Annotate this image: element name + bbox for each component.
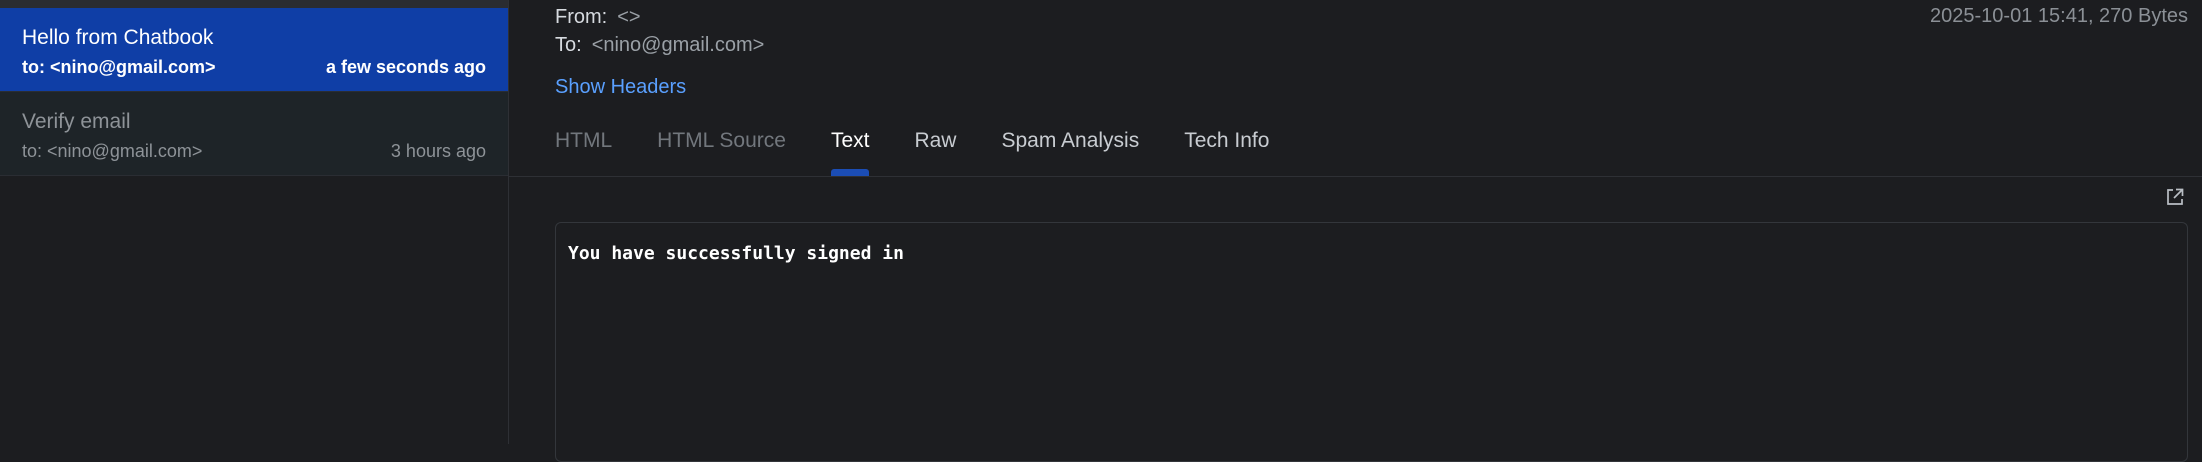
message-subject: Hello from Chatbook	[22, 26, 214, 49]
message-list: Hello from Chatbook to: <nino@gmail.com>…	[0, 0, 509, 444]
message-time: 3 hours ago	[390, 141, 486, 161]
message-body-text: You have successfully signed in	[568, 243, 904, 264]
to-value: <nino@gmail.com>	[591, 34, 765, 56]
from-label: From:	[555, 6, 608, 28]
to-label: To:	[555, 34, 582, 56]
from-value: <>	[617, 6, 641, 28]
tab-text[interactable]: Text	[830, 126, 869, 176]
message-time: a few seconds ago	[325, 57, 486, 77]
message-item-verify-email[interactable]: Verify email to: <nino@gmail.com> 3 hour…	[0, 92, 508, 176]
view-tabs: HTML HTML Source Text Raw Spam Analysis …	[555, 126, 1314, 176]
message-recipient: to: <nino@gmail.com>	[22, 57, 216, 77]
external-link-icon[interactable]	[2165, 187, 2185, 207]
message-item-hello-from-chatbook[interactable]: Hello from Chatbook to: <nino@gmail.com>…	[0, 8, 508, 92]
to-line: To: <nino@gmail.com>	[555, 32, 764, 58]
tab-raw[interactable]: Raw	[914, 126, 956, 176]
tab-html-source[interactable]: HTML Source	[657, 126, 786, 176]
message-recipient: to: <nino@gmail.com>	[22, 141, 203, 161]
tab-spam-analysis[interactable]: Spam Analysis	[1001, 126, 1139, 176]
from-line: From: <>	[555, 4, 641, 30]
tab-tech-info[interactable]: Tech Info	[1184, 126, 1269, 176]
tabs-divider	[509, 176, 2202, 177]
message-view: From: <> To: <nino@gmail.com> 2025-10-01 1…	[509, 0, 2202, 462]
message-body-panel: You have successfully signed in	[555, 222, 2188, 462]
sidebar-top-strip	[0, 0, 508, 8]
tab-html[interactable]: HTML	[555, 126, 612, 176]
message-subject: Verify email	[22, 110, 131, 133]
show-headers-link[interactable]: Show Headers	[555, 76, 686, 99]
message-meta: 2025-10-01 15:41, 270 Bytes	[1930, 5, 2188, 27]
